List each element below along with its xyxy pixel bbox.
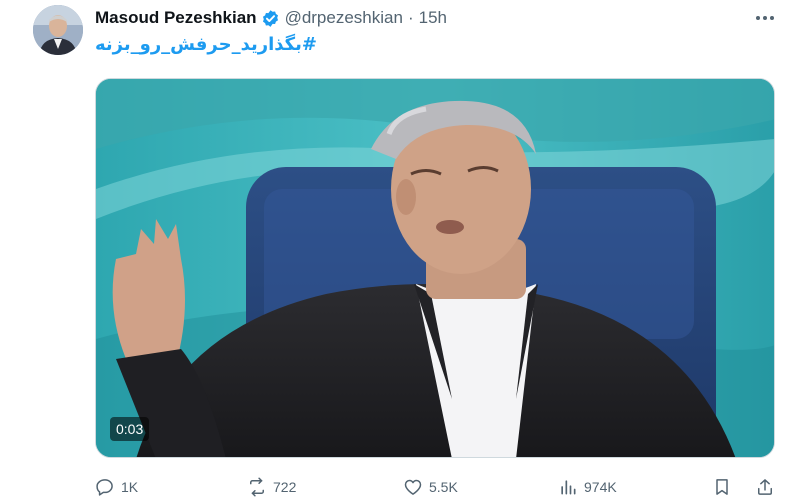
bookmark-button[interactable] — [712, 474, 732, 500]
display-name[interactable]: Masoud Pezeshkian — [95, 8, 257, 28]
share-button[interactable] — [755, 474, 775, 500]
separator-dot: · — [407, 8, 414, 27]
reply-button[interactable]: 1K — [95, 474, 138, 500]
share-icon — [758, 479, 772, 495]
avatar[interactable] — [33, 5, 83, 55]
bookmark-icon — [716, 479, 728, 495]
video-frame — [96, 79, 774, 457]
hashtag-link[interactable]: #بگذارید_حرفش_رو_بزنه — [95, 34, 335, 60]
repost-count: 722 — [273, 479, 297, 495]
reply-count: 1K — [121, 479, 139, 495]
repost-icon — [250, 477, 264, 497]
like-count: 5.5K — [429, 479, 458, 495]
tweet-header: Masoud Pezeshkian @drpezeshkian · 15h — [95, 7, 447, 29]
like-button[interactable]: 5.5K — [403, 474, 458, 500]
tweet: Masoud Pezeshkian @drpezeshkian · 15h #ب… — [0, 0, 800, 500]
views-button[interactable]: 974K — [558, 474, 617, 500]
handle[interactable]: @drpezeshkian — [285, 8, 403, 28]
timestamp[interactable]: 15h — [419, 8, 447, 28]
views-icon — [561, 480, 576, 495]
video-player[interactable]: 0:03 — [95, 78, 775, 458]
views-count: 974K — [584, 479, 617, 495]
like-icon — [404, 479, 422, 495]
video-duration: 0:03 — [110, 417, 150, 441]
more-options-icon[interactable] — [752, 8, 778, 28]
avatar-image — [33, 5, 83, 55]
repost-button[interactable]: 722 — [247, 474, 296, 500]
verified-check-icon[interactable] — [261, 9, 280, 28]
reply-icon — [96, 479, 113, 496]
action-bar: 1K 722 5.5K 974K — [95, 474, 785, 500]
